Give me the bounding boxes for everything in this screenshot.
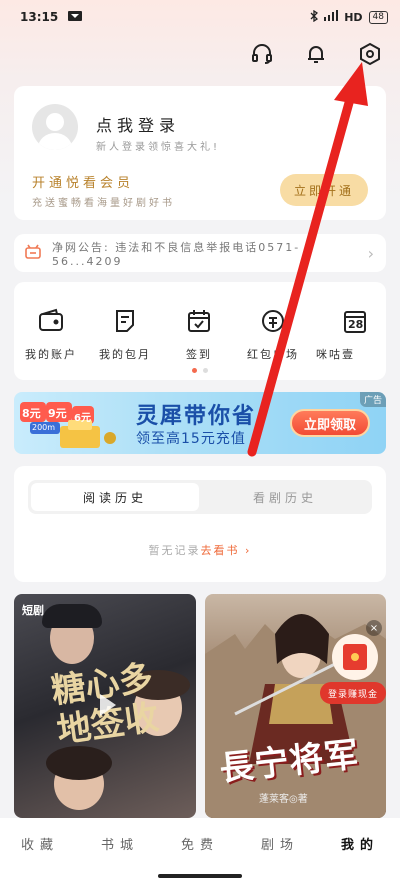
bell-icon[interactable] bbox=[304, 42, 328, 66]
menu-item-account[interactable]: 我的账户 bbox=[14, 308, 88, 362]
coupon-data: 200m bbox=[32, 423, 56, 432]
tab-reading-history[interactable]: 阅读历史 bbox=[31, 483, 199, 511]
banner-subline: 领至高15元充值 bbox=[136, 431, 246, 447]
short-drama-tag: 短剧 bbox=[22, 604, 44, 617]
network-type: HD bbox=[344, 10, 363, 24]
history-card: 阅读历史 看剧历史 暂无记录去看书 › bbox=[14, 466, 386, 582]
tab-watching-history[interactable]: 看剧历史 bbox=[201, 483, 369, 511]
avatar[interactable] bbox=[32, 104, 78, 150]
empty-state: 暂无记录去看书 › bbox=[14, 542, 386, 558]
notification-icon bbox=[68, 10, 83, 24]
calendar-day: 28 bbox=[348, 318, 364, 331]
drama-card[interactable]: 短剧 糖心多地签收 bbox=[14, 594, 196, 818]
chevron-right-icon: › bbox=[239, 544, 252, 557]
menu-label: 我的包月 bbox=[99, 348, 151, 361]
tab-bookstore[interactable]: 书城 bbox=[80, 818, 160, 888]
bluetooth-icon bbox=[310, 9, 319, 25]
menu-item-redpacket[interactable]: 红包广场 bbox=[236, 308, 310, 362]
menu-label: 我的账户 bbox=[25, 348, 77, 361]
coupon-9: 9元 bbox=[48, 407, 67, 420]
menu-item-migu[interactable]: 28 咪咕壹 bbox=[310, 308, 386, 362]
close-icon[interactable]: × bbox=[366, 620, 382, 636]
banner-headline: 灵犀带你省 bbox=[136, 404, 257, 429]
menu-label: 咪咕壹 bbox=[316, 348, 355, 361]
coupon-6: 6元 bbox=[74, 413, 91, 424]
novel-card[interactable]: 長宁将军 蓬莱客◎著 × 登录赚现金 bbox=[205, 594, 386, 818]
calendar-28-icon: 28 bbox=[342, 308, 368, 334]
history-tabs: 阅读历史 看剧历史 bbox=[28, 480, 372, 514]
notice-bar[interactable]: 净网公告: 违法和不良信息举报电话0571-56...4209 › bbox=[14, 234, 386, 272]
settings-hex-icon[interactable] bbox=[358, 42, 382, 66]
battery-indicator: 48 bbox=[368, 10, 388, 24]
login-card[interactable]: 点我登录 新人登录领惊喜大礼! 开通悦看会员 充送蜜畅看海量好剧好书 立即开通 bbox=[14, 86, 386, 220]
headset-icon[interactable] bbox=[250, 42, 274, 66]
tab-mine[interactable]: 我的 bbox=[320, 818, 400, 888]
banner-claim-button[interactable]: 立即领取 bbox=[290, 409, 370, 437]
menu-label: 红包广场 bbox=[247, 348, 299, 361]
announcement-icon bbox=[24, 244, 42, 263]
status-bar: 13:15 HD 48 bbox=[0, 0, 400, 34]
coupon-art bbox=[20, 402, 116, 448]
go-read-link[interactable]: 去看书 bbox=[201, 544, 240, 557]
notice-text: 净网公告: 违法和不良信息举报电话0571-56...4209 bbox=[52, 240, 301, 268]
ad-banner[interactable]: 8元 9元 6元 200m 灵犀带你省 领至高15元充值 立即领取 广告 bbox=[14, 392, 386, 454]
calendar-check-icon bbox=[186, 308, 212, 334]
menu-label: 签到 bbox=[186, 348, 212, 361]
wallet-icon bbox=[38, 308, 64, 334]
vip-subtitle: 充送蜜畅看海量好剧好书 bbox=[32, 198, 175, 209]
header-actions bbox=[250, 42, 382, 66]
novel-author: 蓬莱客◎著 bbox=[259, 794, 308, 805]
tab-favorites[interactable]: 收藏 bbox=[0, 818, 80, 888]
play-icon bbox=[100, 694, 116, 716]
red-envelope-icon[interactable] bbox=[332, 634, 378, 680]
earn-cash-pill[interactable]: 登录赚现金 bbox=[320, 682, 386, 704]
coin-icon bbox=[260, 308, 286, 334]
vip-title: 开通悦看会员 bbox=[32, 176, 135, 191]
empty-text: 暂无记录 bbox=[148, 544, 201, 557]
document-icon bbox=[112, 308, 138, 334]
coupon-8: 8元 bbox=[22, 407, 41, 420]
tab-theater[interactable]: 剧场 bbox=[240, 818, 320, 888]
login-subtitle: 新人登录领惊喜大礼! bbox=[96, 142, 221, 153]
login-title[interactable]: 点我登录 bbox=[96, 112, 180, 136]
menu-item-monthly[interactable]: 我的包月 bbox=[88, 308, 162, 362]
page-dots bbox=[192, 368, 208, 373]
quick-menu: 我的账户 我的包月 签到 红包广场 28 咪咕壹 bbox=[14, 282, 386, 380]
menu-item-checkin[interactable]: 签到 bbox=[162, 308, 236, 362]
signal-icon bbox=[324, 10, 339, 24]
status-time: 13:15 bbox=[20, 10, 59, 24]
home-indicator bbox=[158, 874, 242, 878]
vip-open-button[interactable]: 立即开通 bbox=[280, 174, 368, 206]
ad-label: 广告 bbox=[359, 392, 386, 407]
chevron-right-icon: › bbox=[367, 243, 376, 263]
